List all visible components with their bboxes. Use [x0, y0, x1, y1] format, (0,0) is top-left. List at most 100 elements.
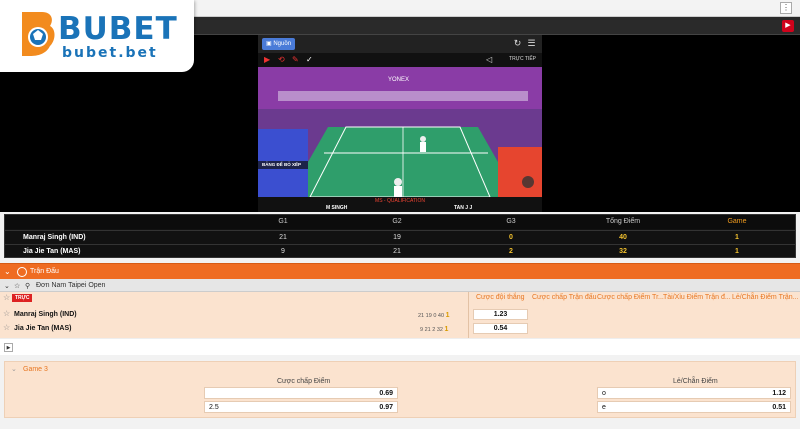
game-panel: ⌄ Game 3 Cược chấp Điểm Lẻ/Chẵn Điểm 0.6… — [4, 361, 796, 418]
col-over-under: Tài/Xỉu Điểm Trận đ... — [663, 294, 731, 301]
badminton-court-image: YONEX — [258, 67, 542, 197]
score-g1: 21 — [279, 234, 287, 241]
sponsor-text: YONEX — [388, 77, 409, 83]
brand-name: BUBET — [58, 11, 178, 47]
score-total: 40 — [437, 313, 445, 319]
bet-odd: 1.12 — [772, 390, 786, 397]
source-button-label: Nguồn — [273, 41, 292, 47]
brand-domain: bubet.bet — [62, 45, 158, 61]
play-icon[interactable]: ▶ — [264, 55, 270, 65]
odd-even-bet-button[interactable]: e 0.51 — [597, 401, 791, 413]
header-game: Game — [727, 218, 747, 225]
favorite-star-icon[interactable]: ☆ — [14, 282, 20, 290]
shuttlecock-icon: ⚲ — [25, 283, 31, 290]
score-game: 1 — [735, 234, 739, 241]
team-scores: 21 19 0 40 1 — [418, 312, 449, 319]
racket-icon[interactable]: ✎ — [292, 55, 299, 65]
league-name: Đơn Nam Taipei Open — [36, 282, 106, 289]
rewind-icon[interactable]: ⟲ — [278, 55, 285, 65]
volume-icon[interactable]: ◁ — [486, 55, 492, 65]
favorite-star-icon[interactable]: ☆ — [3, 323, 10, 332]
bet-line: 2.5 — [209, 404, 219, 411]
score-table: G1 G2 G3 Tổng Điểm Game Manraj Singh (IN… — [4, 214, 796, 258]
score-s1: 9 — [420, 327, 424, 333]
score-g3: 2 — [509, 248, 513, 255]
divider — [468, 292, 469, 338]
bet-odd: 0.69 — [379, 390, 393, 397]
favorite-star-icon[interactable]: ☆ — [3, 309, 10, 318]
match-header: ☆ TRỰC Cược đội thắng Cược chấp Trận đấu… — [0, 292, 800, 304]
score-s2: 21 — [424, 327, 431, 333]
handicap-bet-button[interactable]: 0.69 — [204, 387, 398, 399]
col-point-handicap: Cược chấp Điểm Tr... — [597, 294, 664, 301]
team-name: Manraj Singh (IND) — [14, 311, 77, 318]
game-panel-header[interactable]: ⌄ Game 3 — [5, 362, 795, 376]
video-right-player: TAN J J — [454, 205, 473, 211]
bet-odd: 0.51 — [772, 404, 786, 411]
odd-even-bet-button[interactable]: o 1.12 — [597, 387, 791, 399]
section-title: Trận Đấu — [30, 268, 59, 275]
live-label: TRỰC TIẾP — [509, 56, 536, 62]
player-name: Manraj Singh (IND) — [23, 234, 86, 241]
score-game: 1 — [444, 326, 449, 333]
bet-line: o — [602, 390, 606, 397]
odds-button[interactable]: 0.54 — [473, 323, 528, 334]
video-caption: MS - QUALIFICATION — [375, 198, 425, 204]
score-s2: 19 — [425, 313, 432, 319]
more-options-icon[interactable]: ⋮ — [780, 2, 792, 14]
match-card: ☆ TRỰC Cược đội thắng Cược chấp Trận đấu… — [0, 292, 800, 338]
score-game: 1 — [735, 248, 739, 255]
source-button[interactable]: ▣ Nguồn — [262, 38, 296, 50]
odd-even-title: Lẻ/Chẵn Điểm — [673, 378, 718, 385]
score-total: 40 — [619, 234, 627, 241]
header-g3: G3 — [506, 218, 516, 225]
expand-row: ▶ — [0, 338, 800, 355]
score-total: 32 — [436, 327, 443, 333]
header-g1: G1 — [278, 218, 288, 225]
brand-mark-icon: ✓ — [306, 55, 313, 64]
handicap-title: Cược chấp Điểm — [277, 378, 331, 385]
video-left-player: M SINGH — [326, 205, 348, 211]
collapse-chevron-icon[interactable]: ⌄ — [4, 267, 11, 276]
score-g1: 9 — [281, 248, 285, 255]
score-s3: 0 — [433, 313, 437, 319]
score-game: 1 — [445, 312, 450, 319]
score-row: Manraj Singh (IND) 21 19 0 40 1 — [5, 230, 795, 244]
team-scores: 9 21 2 32 1 — [420, 326, 448, 333]
score-table-header: G1 G2 G3 Tổng Điểm Game — [5, 215, 795, 229]
handicap-bet-button[interactable]: 2.5 0.97 — [204, 401, 398, 413]
refresh-icon[interactable]: ↻ — [512, 38, 523, 49]
favorite-star-icon[interactable]: ☆ — [3, 293, 10, 302]
video-score-strip: MS - QUALIFICATION M SINGH TAN J J — [258, 197, 542, 212]
score-s3: 2 — [432, 327, 436, 333]
live-badge: TRỰC — [12, 294, 33, 302]
settings-icon[interactable]: ☰ — [526, 38, 537, 49]
player-toolbar: ▣ Nguồn ↻ ☰ — [258, 35, 542, 53]
video-overlay-label: BẢNG ĐỂ BỎ XẾP — [262, 162, 302, 167]
league-row[interactable]: ⌄ ☆ ⚲ Đơn Nam Taipei Open — [0, 279, 800, 292]
youtube-icon[interactable]: ▶ — [782, 20, 794, 32]
league-chevron-icon[interactable]: ⌄ — [4, 282, 10, 290]
team-name: Jia Jie Tan (MAS) — [14, 325, 72, 332]
logo-b-icon — [22, 12, 55, 56]
score-s1: 21 — [418, 313, 425, 319]
score-total: 32 — [619, 248, 627, 255]
score-row: Jia Jie Tan (MAS) 9 21 2 32 1 — [5, 244, 795, 258]
odds-button[interactable]: 1.23 — [473, 309, 528, 320]
expand-arrow-icon[interactable]: ▶ — [4, 343, 13, 352]
score-g3: 0 — [509, 234, 513, 241]
bet-odd: 0.97 — [379, 404, 393, 411]
col-match-handicap: Cược chấp Trận đấu — [532, 294, 597, 301]
header-g2: G2 — [392, 218, 402, 225]
col-odd-even: Lẻ/Chẵn Điểm Trận... — [732, 294, 799, 301]
player-controls: ▶ ⟲ ✎ ✓ ◁ TRỰC TIẾP — [258, 53, 542, 67]
header-total: Tổng Điểm — [605, 218, 641, 225]
score-g2: 19 — [393, 234, 401, 241]
matches-section-bar[interactable]: ⌄ Trận Đấu — [0, 263, 800, 279]
bottom-strip — [0, 421, 800, 429]
brand-logo[interactable]: BUBET bubet.bet — [0, 0, 194, 72]
sport-icon — [17, 267, 27, 277]
video-player[interactable]: ▣ Nguồn ↻ ☰ ▶ ⟲ ✎ ✓ ◁ TRỰC TIẾP YONEX BẢ… — [258, 35, 542, 212]
score-g2: 21 — [393, 248, 401, 255]
collapse-chevron-icon[interactable]: ⌄ — [11, 365, 17, 373]
